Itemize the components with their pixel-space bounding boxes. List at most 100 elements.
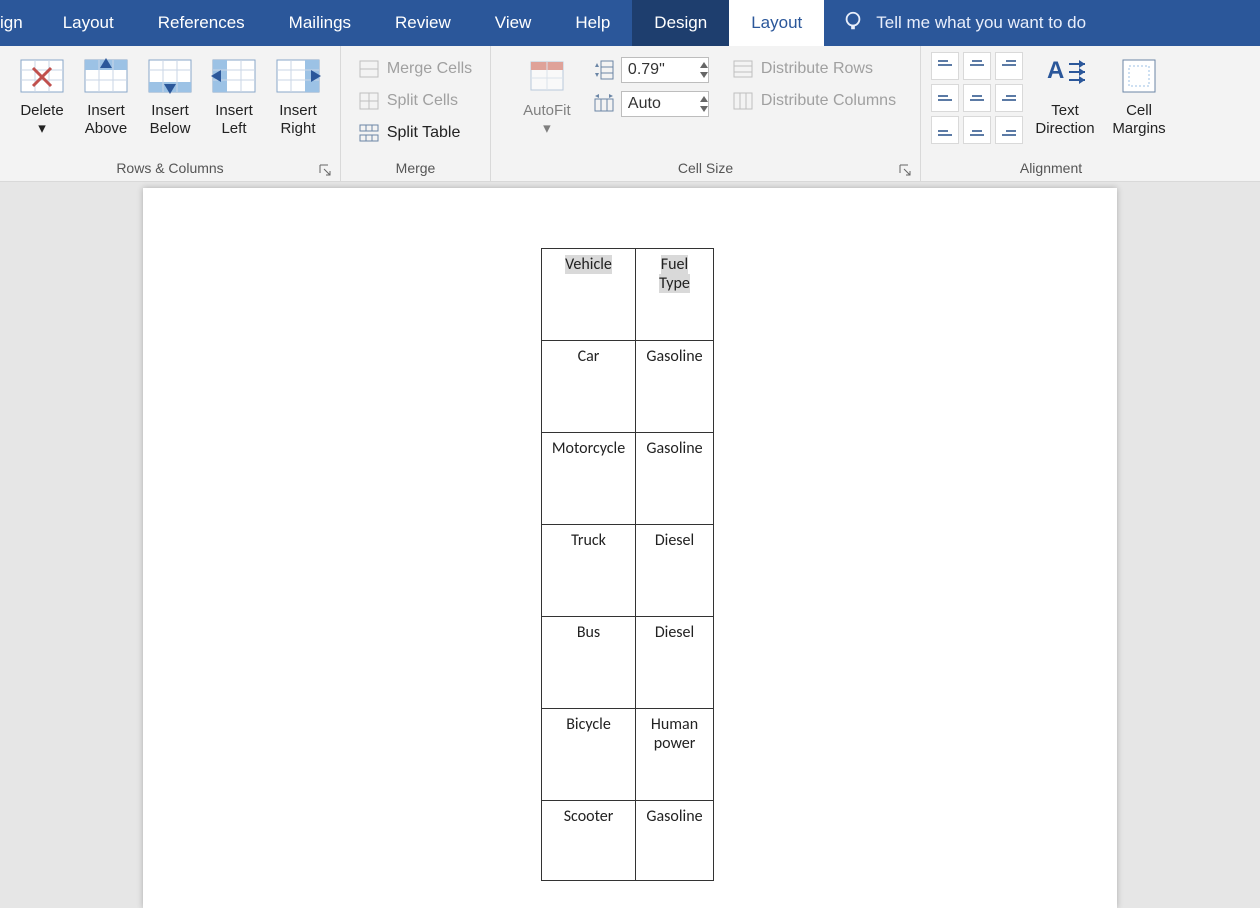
distribute-columns-icon bbox=[733, 91, 753, 111]
distribute-columns-label: Distribute Columns bbox=[761, 92, 896, 110]
delete-label: Delete▾ bbox=[20, 102, 63, 138]
table-row[interactable]: Scooter Gasoline bbox=[542, 801, 714, 881]
insert-left-label: Insert Left bbox=[215, 102, 253, 138]
insert-above-icon bbox=[83, 54, 129, 98]
split-table-button[interactable]: Split Table bbox=[359, 120, 461, 146]
group-label-alignment: Alignment bbox=[931, 157, 1171, 179]
table-cell[interactable]: Bus bbox=[542, 617, 636, 709]
table-row[interactable]: Car Gasoline bbox=[542, 341, 714, 433]
ribbon: Delete▾ Insert Above Insert Below Insert… bbox=[0, 46, 1260, 182]
dialog-launcher-icon[interactable] bbox=[318, 163, 332, 177]
table-cell[interactable]: Human power bbox=[636, 709, 714, 801]
cell-margins-icon bbox=[1116, 54, 1162, 98]
table-cell[interactable]: Truck bbox=[542, 525, 636, 617]
table-row[interactable]: Vehicle Fuel Type bbox=[542, 249, 714, 341]
tab-table-design[interactable]: Design bbox=[632, 0, 729, 46]
document-table[interactable]: Vehicle Fuel Type Car Gasoline Motorcycl… bbox=[541, 248, 714, 881]
distribute-rows-icon bbox=[733, 59, 753, 79]
column-width-input[interactable] bbox=[621, 91, 709, 117]
align-bottom-center-button[interactable] bbox=[963, 116, 991, 144]
group-cell-size: AutoFit▾ Distribute Rows bbox=[491, 46, 921, 181]
autofit-label: AutoFit▾ bbox=[523, 102, 571, 138]
tell-me-placeholder: Tell me what you want to do bbox=[876, 13, 1086, 33]
align-middle-center-button[interactable] bbox=[963, 84, 991, 112]
table-cell[interactable]: Motorcycle bbox=[542, 433, 636, 525]
alignment-grid bbox=[931, 52, 1023, 144]
tab-view[interactable]: View bbox=[473, 0, 554, 46]
insert-above-label: Insert Above bbox=[85, 102, 128, 138]
text-direction-button[interactable]: A Text Direction bbox=[1033, 52, 1097, 138]
svg-text:A: A bbox=[1047, 57, 1064, 84]
split-cells-icon bbox=[359, 91, 379, 111]
align-top-right-button[interactable] bbox=[995, 52, 1023, 80]
lightbulb-icon bbox=[842, 10, 864, 37]
tab-help[interactable]: Help bbox=[553, 0, 632, 46]
insert-below-icon bbox=[147, 54, 193, 98]
insert-right-button[interactable]: Insert Right bbox=[266, 52, 330, 138]
distribute-columns-button: Distribute Columns bbox=[733, 88, 896, 114]
document-workspace: Vehicle Fuel Type Car Gasoline Motorcycl… bbox=[0, 182, 1260, 908]
spinner-arrows-icon[interactable] bbox=[699, 94, 711, 114]
align-top-center-button[interactable] bbox=[963, 52, 991, 80]
group-label-merge: Merge bbox=[351, 157, 480, 179]
group-alignment: A Text Direction Cell Margins Alignment bbox=[921, 46, 1181, 181]
insert-right-label: Insert Right bbox=[279, 102, 317, 138]
row-height-icon bbox=[593, 59, 615, 81]
tab-table-layout[interactable]: Layout bbox=[729, 0, 824, 46]
ribbon-tabbar: ign Layout References Mailings Review Vi… bbox=[0, 0, 1260, 46]
delete-button[interactable]: Delete▾ bbox=[10, 52, 74, 138]
split-table-label: Split Table bbox=[387, 124, 461, 142]
tab-mailings[interactable]: Mailings bbox=[267, 0, 373, 46]
table-header-cell[interactable]: Vehicle bbox=[565, 255, 612, 274]
group-label-cell-size: Cell Size bbox=[501, 157, 910, 179]
text-direction-label: Text Direction bbox=[1035, 102, 1094, 138]
merge-cells-label: Merge Cells bbox=[387, 60, 472, 78]
align-bottom-right-button[interactable] bbox=[995, 116, 1023, 144]
table-row[interactable]: Motorcycle Gasoline bbox=[542, 433, 714, 525]
tab-layout[interactable]: Layout bbox=[41, 0, 136, 46]
align-top-left-button[interactable] bbox=[931, 52, 959, 80]
tab-review[interactable]: Review bbox=[373, 0, 473, 46]
cell-margins-label: Cell Margins bbox=[1112, 102, 1165, 138]
table-cell[interactable]: Diesel bbox=[636, 525, 714, 617]
table-row[interactable]: Bicycle Human power bbox=[542, 709, 714, 801]
distribute-rows-button: Distribute Rows bbox=[733, 56, 896, 82]
document-page[interactable]: Vehicle Fuel Type Car Gasoline Motorcycl… bbox=[143, 188, 1117, 908]
table-cell[interactable]: Diesel bbox=[636, 617, 714, 709]
insert-below-label: Insert Below bbox=[150, 102, 191, 138]
cell-margins-button[interactable]: Cell Margins bbox=[1107, 52, 1171, 138]
autofit-button[interactable]: AutoFit▾ bbox=[515, 52, 579, 138]
table-row[interactable]: Truck Diesel bbox=[542, 525, 714, 617]
insert-below-button[interactable]: Insert Below bbox=[138, 52, 202, 138]
table-cell[interactable]: Car bbox=[542, 341, 636, 433]
split-table-icon bbox=[359, 123, 379, 143]
spinner-arrows-icon[interactable] bbox=[699, 60, 711, 80]
column-width-spinner[interactable] bbox=[593, 90, 711, 118]
dialog-launcher-icon[interactable] bbox=[898, 163, 912, 177]
table-cell[interactable]: Gasoline bbox=[636, 433, 714, 525]
row-height-spinner[interactable] bbox=[593, 56, 711, 84]
table-header-cell[interactable]: Fuel Type bbox=[659, 255, 690, 293]
group-merge: Merge Cells Split Cells Split Table Merg… bbox=[341, 46, 491, 181]
table-cell[interactable]: Scooter bbox=[542, 801, 636, 881]
table-cell[interactable]: Gasoline bbox=[636, 341, 714, 433]
table-cell[interactable]: Bicycle bbox=[542, 709, 636, 801]
row-height-input[interactable] bbox=[621, 57, 709, 83]
insert-above-button[interactable]: Insert Above bbox=[74, 52, 138, 138]
tab-design-partial[interactable]: ign bbox=[0, 0, 41, 46]
insert-right-icon bbox=[275, 54, 321, 98]
align-middle-right-button[interactable] bbox=[995, 84, 1023, 112]
table-row[interactable]: Bus Diesel bbox=[542, 617, 714, 709]
text-direction-icon: A bbox=[1042, 54, 1088, 98]
tab-references[interactable]: References bbox=[136, 0, 267, 46]
align-bottom-left-button[interactable] bbox=[931, 116, 959, 144]
autofit-icon bbox=[524, 54, 570, 98]
tell-me-box[interactable]: Tell me what you want to do bbox=[824, 0, 1104, 46]
group-label-rows-columns: Rows & Columns bbox=[10, 157, 330, 179]
column-width-icon bbox=[593, 93, 615, 115]
split-cells-button: Split Cells bbox=[359, 88, 458, 114]
insert-left-button[interactable]: Insert Left bbox=[202, 52, 266, 138]
merge-cells-icon bbox=[359, 59, 379, 79]
align-middle-left-button[interactable] bbox=[931, 84, 959, 112]
table-cell[interactable]: Gasoline bbox=[636, 801, 714, 881]
